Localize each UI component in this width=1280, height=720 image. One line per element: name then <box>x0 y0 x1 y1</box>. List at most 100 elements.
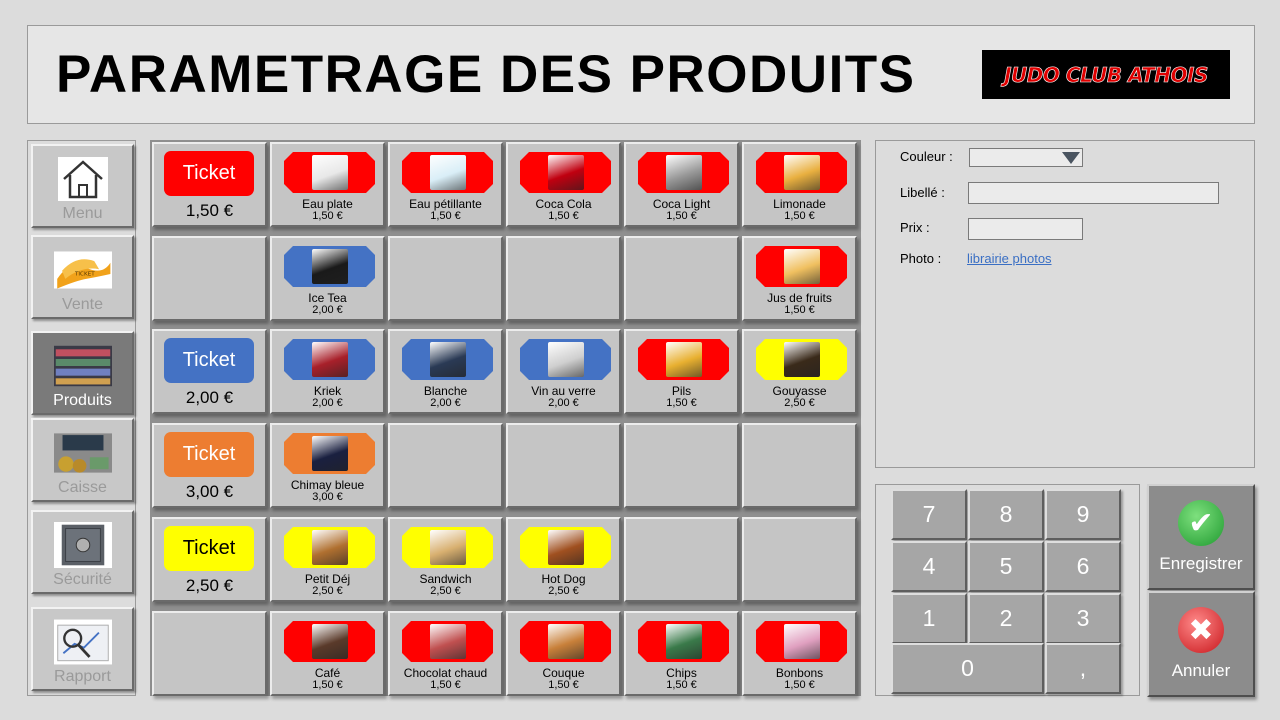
product-name: Café <box>314 666 341 680</box>
product-button[interactable]: Bonbons 1,50 € <box>742 611 857 696</box>
ticket-price: 2,00 € <box>185 388 234 407</box>
logo-text: JUDO CLUB ATHOIS <box>1004 62 1209 87</box>
product-price: 1,50 € <box>312 679 343 691</box>
product-button[interactable]: Couque 1,50 € <box>506 611 621 696</box>
ticket-button[interactable]: Ticket 2,50 € <box>152 517 267 602</box>
product-tag <box>756 152 847 193</box>
empty-slot-button[interactable] <box>506 423 621 508</box>
empty-slot-button[interactable] <box>152 236 267 321</box>
key-5[interactable]: 5 <box>968 541 1044 592</box>
save-button[interactable]: ✔ Enregistrer <box>1147 484 1255 590</box>
ticket-button[interactable]: Ticket 1,50 € <box>152 142 267 227</box>
ticket-button[interactable]: Ticket 2,00 € <box>152 329 267 414</box>
nav-menu-button[interactable]: Menu <box>31 144 134 228</box>
product-name: Pils <box>671 384 692 398</box>
empty-slot-button[interactable] <box>624 236 739 321</box>
product-button[interactable]: Vin au verre 2,00 € <box>506 329 621 414</box>
product-name: Gouyasse <box>772 384 827 398</box>
product-button[interactable]: Café 1,50 € <box>270 611 385 696</box>
product-tag <box>402 152 493 193</box>
empty-slot-button[interactable] <box>624 423 739 508</box>
product-button[interactable]: Coca Light 1,50 € <box>624 142 739 227</box>
product-tag <box>284 433 375 474</box>
product-photo-icon <box>312 530 348 565</box>
product-name: Kriek <box>313 384 342 398</box>
key-8[interactable]: 8 <box>968 489 1044 540</box>
product-name: Chips <box>666 666 697 680</box>
product-button[interactable]: Hot Dog 2,50 € <box>506 517 621 602</box>
ticket-button[interactable]: Ticket 3,00 € <box>152 423 267 508</box>
product-button[interactable]: Chimay bleue 3,00 € <box>270 423 385 508</box>
product-tag <box>520 621 611 662</box>
nav-vente-button[interactable]: TICKET Vente <box>31 235 134 319</box>
libelle-input[interactable] <box>968 182 1219 204</box>
product-button[interactable]: Eau plate 1,50 € <box>270 142 385 227</box>
product-name: Eau pétillante <box>409 197 482 211</box>
product-name: Vin au verre <box>531 384 596 398</box>
product-button[interactable]: Blanche 2,00 € <box>388 329 503 414</box>
product-tag <box>284 246 375 287</box>
empty-slot-button[interactable] <box>624 517 739 602</box>
product-photo-icon <box>312 249 348 284</box>
club-logo: JUDO CLUB ATHOIS <box>982 50 1230 99</box>
key-9[interactable]: 9 <box>1045 489 1121 540</box>
key-7[interactable]: 7 <box>891 489 967 540</box>
product-tag <box>402 339 493 380</box>
nav-produits-button[interactable]: Produits <box>31 331 134 415</box>
product-button[interactable]: Coca Cola 1,50 € <box>506 142 621 227</box>
checkmark-icon: ✔ <box>1178 500 1224 546</box>
product-button[interactable]: Petit Déj 2,50 € <box>270 517 385 602</box>
product-button[interactable]: Kriek 2,00 € <box>270 329 385 414</box>
product-price: 2,50 € <box>784 397 815 409</box>
nav-caisse-button[interactable]: Caisse <box>31 418 134 502</box>
product-button[interactable]: Sandwich 2,50 € <box>388 517 503 602</box>
product-tag <box>638 339 729 380</box>
ticket-price: 1,50 € <box>185 201 234 220</box>
product-button[interactable]: Ice Tea 2,00 € <box>270 236 385 321</box>
key-comma[interactable]: , <box>1045 643 1121 694</box>
product-tag <box>520 152 611 193</box>
product-photo-icon <box>548 530 584 565</box>
product-button[interactable]: Jus de fruits 1,50 € <box>742 236 857 321</box>
shelves-icon <box>53 343 112 389</box>
product-button[interactable]: Chocolat chaud 1,50 € <box>388 611 503 696</box>
key-3[interactable]: 3 <box>1045 593 1121 644</box>
product-price: 2,00 € <box>548 397 579 409</box>
cancel-button[interactable]: ✖ Annuler <box>1147 591 1255 697</box>
empty-slot-button[interactable] <box>388 423 503 508</box>
product-button[interactable]: Pils 1,50 € <box>624 329 739 414</box>
nav-label: Sécurité <box>53 571 112 588</box>
empty-slot-button[interactable] <box>742 517 857 602</box>
empty-slot-button[interactable] <box>742 423 857 508</box>
page-title: PARAMETRAGE DES PRODUITS <box>56 45 916 104</box>
product-tag <box>284 527 375 568</box>
key-6[interactable]: 6 <box>1045 541 1121 592</box>
nav-rapport-button[interactable]: Rapport <box>31 607 134 691</box>
key-0[interactable]: 0 <box>891 643 1044 694</box>
nav-label: Vente <box>62 296 103 313</box>
empty-slot-button[interactable] <box>152 611 267 696</box>
product-photo-icon <box>312 342 348 377</box>
svg-text:TICKET: TICKET <box>73 272 94 278</box>
cancel-label: Annuler <box>1171 661 1231 680</box>
home-icon <box>54 156 112 202</box>
product-tag <box>520 339 611 380</box>
product-button[interactable]: Chips 1,50 € <box>624 611 739 696</box>
photo-library-link[interactable]: librairie photos <box>967 251 1052 266</box>
empty-slot-button[interactable] <box>506 236 621 321</box>
product-tag <box>756 621 847 662</box>
key-1[interactable]: 1 <box>891 593 967 644</box>
empty-slot-button[interactable] <box>388 236 503 321</box>
close-icon: ✖ <box>1178 607 1224 653</box>
product-button[interactable]: Gouyasse 2,50 € <box>742 329 857 414</box>
product-photo-icon <box>666 342 702 377</box>
couleur-select[interactable] <box>969 148 1083 167</box>
prix-input[interactable] <box>968 218 1083 240</box>
key-4[interactable]: 4 <box>891 541 967 592</box>
product-photo-icon <box>784 342 820 377</box>
key-2[interactable]: 2 <box>968 593 1044 644</box>
product-button[interactable]: Limonade 1,50 € <box>742 142 857 227</box>
save-label: Enregistrer <box>1159 554 1243 573</box>
product-button[interactable]: Eau pétillante 1,50 € <box>388 142 503 227</box>
nav-securité-button[interactable]: Sécurité <box>31 510 134 594</box>
